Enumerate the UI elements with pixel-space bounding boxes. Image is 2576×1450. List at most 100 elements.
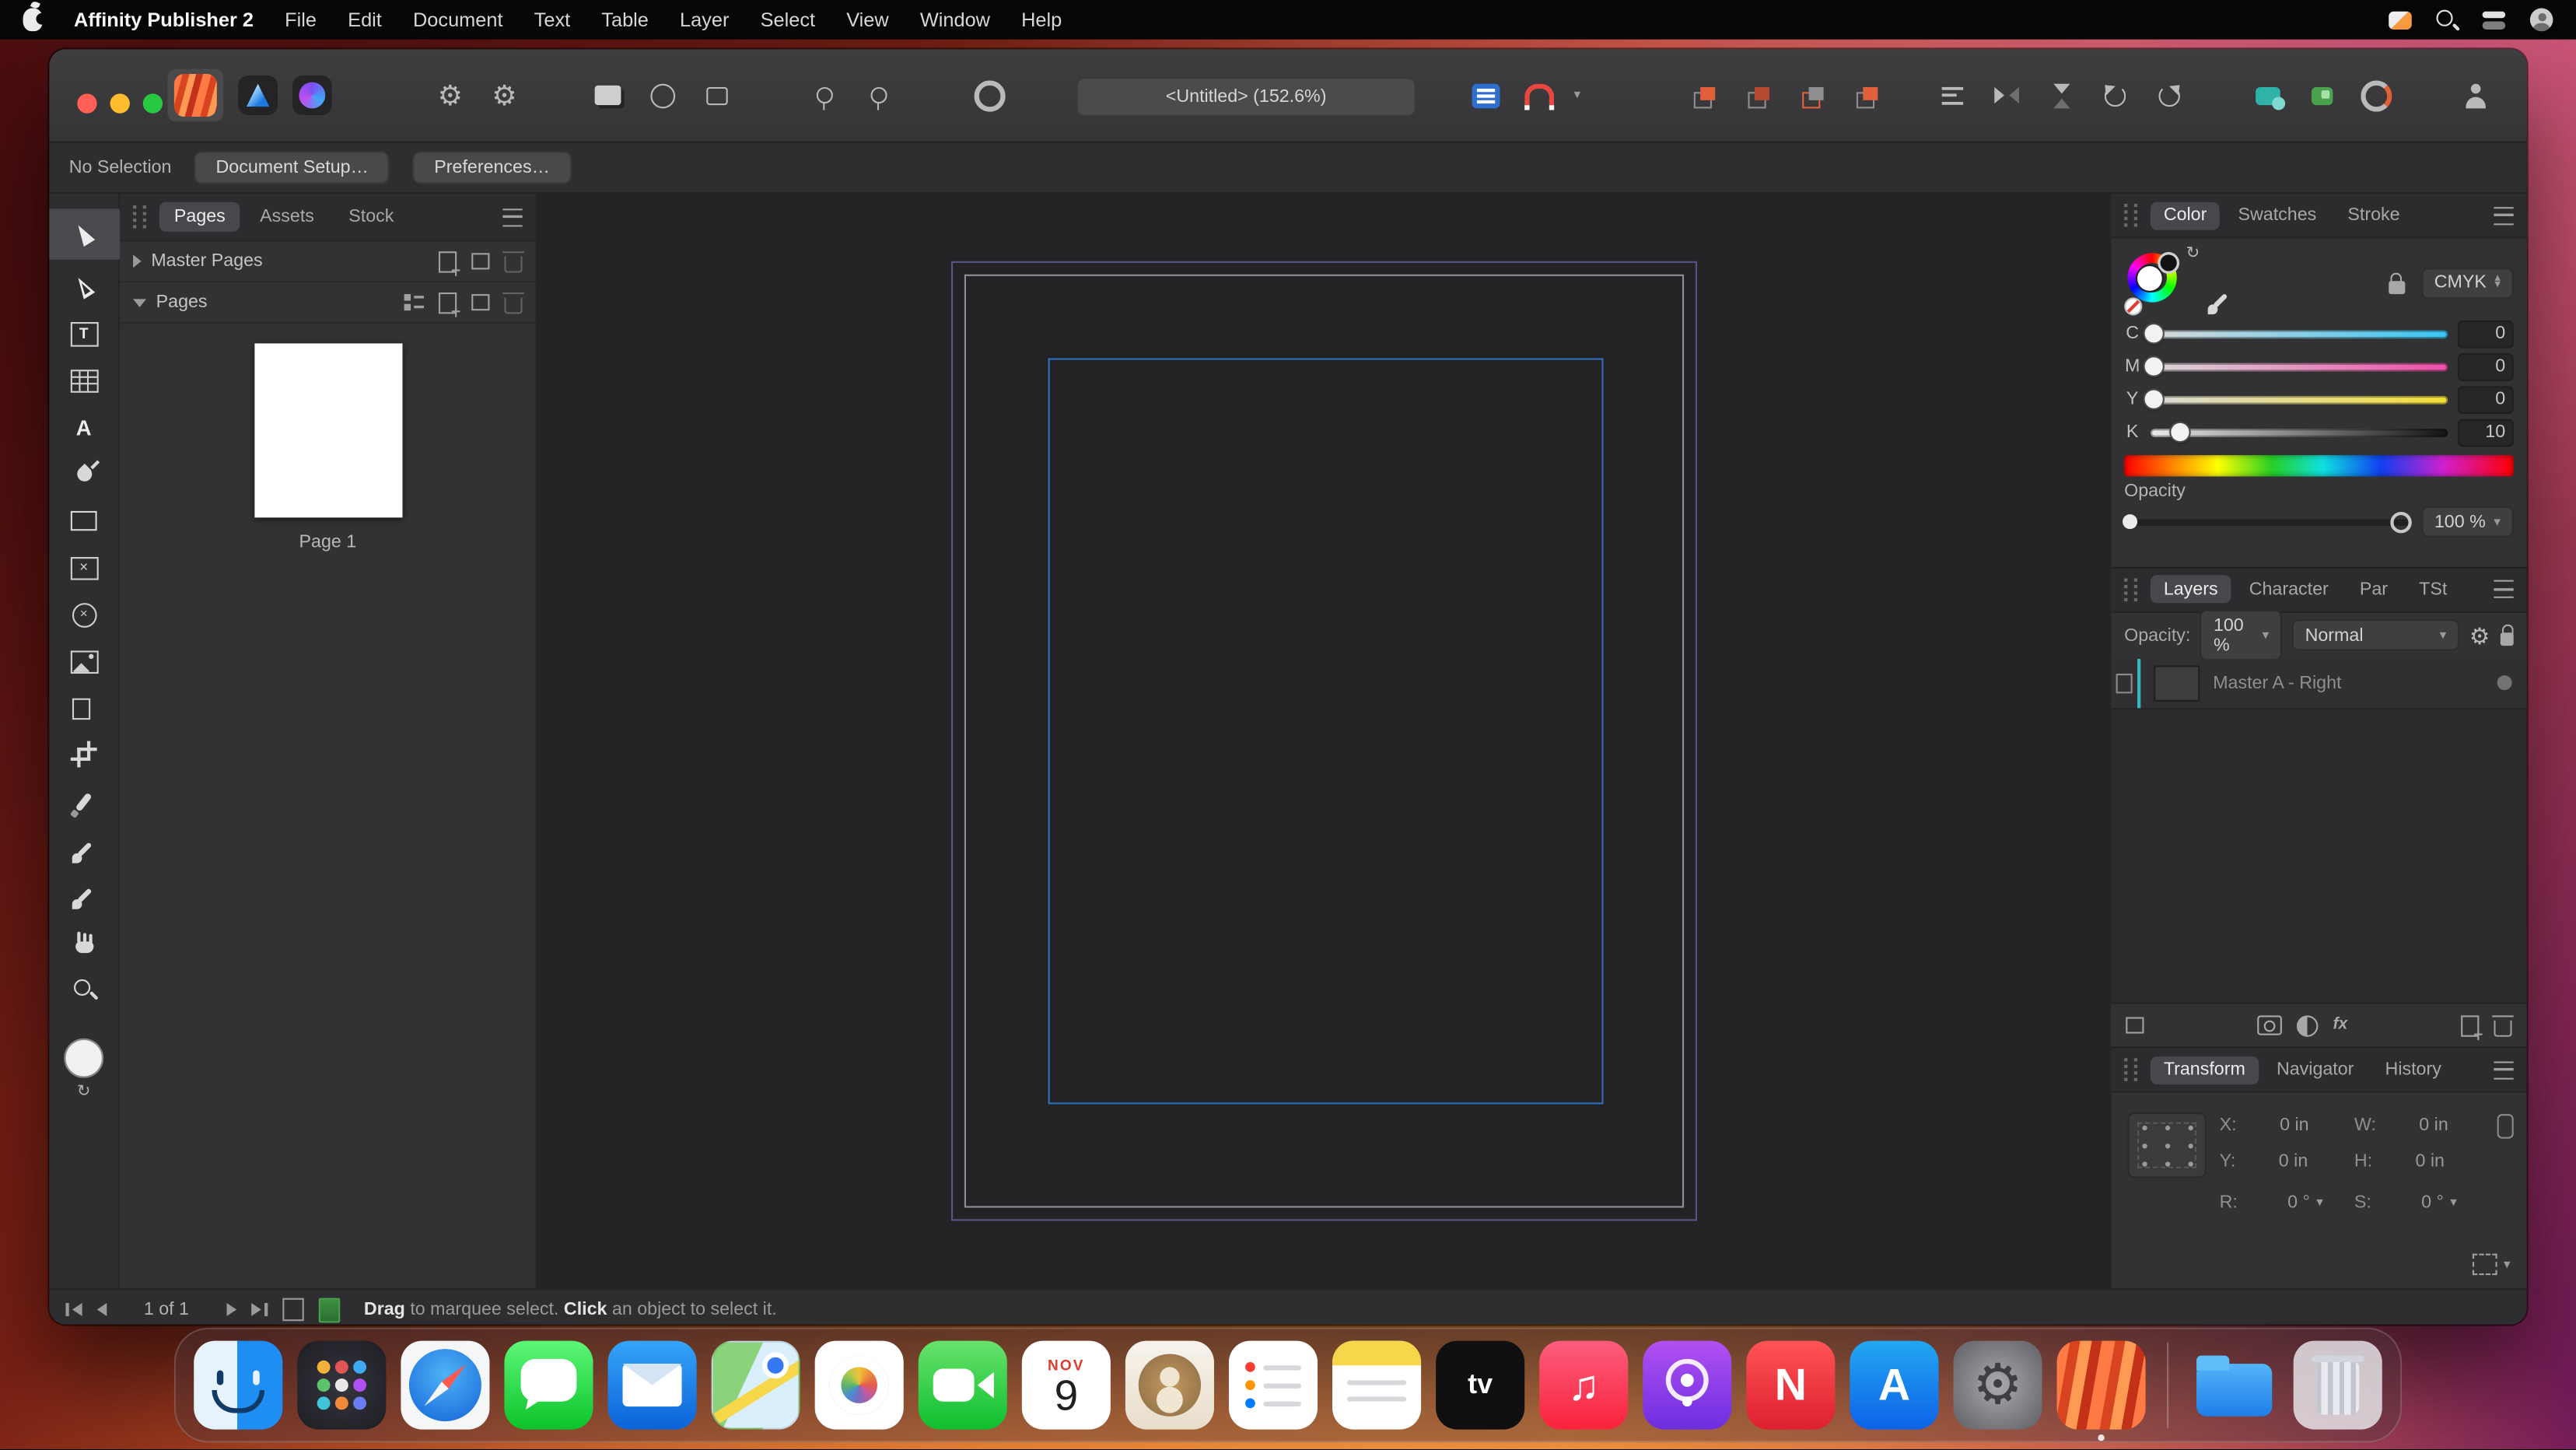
close-window-button[interactable] xyxy=(77,93,96,113)
picture-frame-ellipse-tool-button[interactable]: × xyxy=(58,594,110,636)
text-frame-button[interactable] xyxy=(1465,74,1505,117)
dock-messages-icon[interactable] xyxy=(504,1341,593,1430)
flip-horizontal-button[interactable] xyxy=(1986,74,2026,117)
page-1-thumbnail[interactable] xyxy=(254,343,401,517)
layer-effects-icon[interactable]: fx xyxy=(2333,1017,2347,1033)
zoom-window-button[interactable] xyxy=(143,93,163,113)
color-picker-tool-button[interactable] xyxy=(58,874,110,917)
pin-button[interactable] xyxy=(805,74,845,117)
dock-facetime-icon[interactable] xyxy=(919,1341,1007,1430)
stroke-color-selector[interactable] xyxy=(2161,254,2177,271)
artistic-text-tool-button[interactable]: A xyxy=(58,406,110,449)
dock-podcasts-icon[interactable] xyxy=(1643,1341,1731,1430)
dock-affinity-publisher-icon[interactable] xyxy=(2057,1341,2146,1430)
style-picker-tool-button[interactable] xyxy=(58,828,110,870)
tab-transform[interactable]: Transform xyxy=(2151,1056,2259,1084)
layer-lock-icon[interactable] xyxy=(2500,633,2514,646)
dock-downloads-folder-icon[interactable] xyxy=(2190,1341,2279,1430)
tab-color[interactable]: Color xyxy=(2151,201,2220,229)
rotation-field[interactable]: R: 0 ° ▾ xyxy=(2220,1193,2323,1212)
dock-appstore-icon[interactable]: A xyxy=(1850,1341,1938,1430)
menu-edit[interactable]: Edit xyxy=(348,9,382,32)
panel-grip[interactable] xyxy=(133,205,146,229)
document-setup-button[interactable]: Document Setup… xyxy=(194,151,390,184)
pen-tool-button[interactable] xyxy=(58,453,110,496)
preflight-ring-button[interactable] xyxy=(2356,74,2396,117)
user-account-icon[interactable] xyxy=(2530,9,2553,32)
move-to-front-button[interactable] xyxy=(1684,74,1724,117)
snapping-magnet-button[interactable] xyxy=(1520,74,1559,117)
tab-paragraph[interactable]: Par xyxy=(2347,576,2401,604)
r-value[interactable]: 0 ° xyxy=(2244,1193,2309,1212)
dock-finder-icon[interactable] xyxy=(194,1341,282,1430)
dock-photos-icon[interactable] xyxy=(815,1341,904,1430)
panel-grip[interactable] xyxy=(2124,204,2137,227)
clip-to-canvas-button[interactable] xyxy=(642,74,682,117)
tab-layers[interactable]: Layers xyxy=(2151,576,2231,604)
anchor-point-selector[interactable] xyxy=(2127,1112,2206,1178)
transparency-ring-button[interactable] xyxy=(969,74,1009,117)
tab-text-styles[interactable]: TSt xyxy=(2406,576,2460,604)
apple-logo-icon[interactable] xyxy=(23,9,43,32)
tab-swatches[interactable]: Swatches xyxy=(2225,201,2330,229)
menubar-widget-icon[interactable] xyxy=(2389,11,2412,29)
fill-color-well[interactable] xyxy=(64,1038,103,1077)
swap-fill-stroke-icon[interactable]: ↻ xyxy=(2186,245,2200,263)
fill-color-selector[interactable] xyxy=(2137,266,2162,291)
settings-gear-button[interactable]: ⚙ xyxy=(485,74,524,117)
opacity-select[interactable]: 100 % ▾ xyxy=(2421,506,2514,538)
dock-reminders-icon[interactable] xyxy=(1229,1341,1318,1430)
dock-calendar-icon[interactable]: NOV 9 xyxy=(1022,1341,1111,1430)
h-field[interactable]: H: 0 in xyxy=(2354,1152,2445,1172)
table-tool-button[interactable] xyxy=(58,359,110,402)
slider-knob[interactable] xyxy=(2172,423,2189,441)
layer-name[interactable]: Master A - Right xyxy=(2213,673,2341,692)
menu-layer[interactable]: Layer xyxy=(680,9,729,32)
spotlight-search-icon[interactable] xyxy=(2436,9,2457,30)
tab-pages[interactable]: Pages xyxy=(159,202,240,232)
color-model-select[interactable]: CMYK ▴▾ xyxy=(2421,267,2514,298)
pages-spread-tool-button[interactable] xyxy=(58,687,110,730)
preview-mode-button[interactable] xyxy=(588,74,628,117)
dock-trash-icon[interactable] xyxy=(2294,1341,2382,1430)
picture-frame-rect-tool-button[interactable]: × xyxy=(58,546,110,589)
zoom-tool-button[interactable] xyxy=(58,968,110,1010)
layers-opacity-select[interactable]: 100 % ▾ xyxy=(2200,610,2282,660)
alignment-button[interactable] xyxy=(1932,74,1972,117)
mask-layer-icon[interactable] xyxy=(2257,1015,2282,1035)
panel-grip[interactable] xyxy=(2124,578,2137,601)
black-value[interactable]: 10 xyxy=(2458,419,2514,447)
account-button[interactable] xyxy=(2456,74,2496,117)
y-value[interactable]: 0 in xyxy=(2242,1152,2308,1172)
color-selector[interactable]: ↻ xyxy=(2124,250,2223,315)
w-field[interactable]: W: 0 in xyxy=(2354,1116,2448,1135)
w-value[interactable]: 0 in xyxy=(2382,1116,2448,1135)
menu-file[interactable]: File xyxy=(285,9,317,32)
opacity-knob[interactable] xyxy=(2390,511,2411,532)
tab-navigator[interactable]: Navigator xyxy=(2263,1056,2367,1084)
previous-page-button[interactable] xyxy=(96,1303,107,1316)
layers-list[interactable]: Master A - Right xyxy=(2111,658,2526,1002)
panel-menu-icon[interactable] xyxy=(502,208,522,226)
delete-master-icon[interactable] xyxy=(504,255,522,271)
move-to-back-button[interactable] xyxy=(1846,74,1886,117)
lock-icon[interactable] xyxy=(2389,280,2405,293)
dock-appletv-icon[interactable]: tv xyxy=(1436,1341,1524,1430)
document-page[interactable] xyxy=(964,275,1683,1208)
yellow-slider[interactable] xyxy=(2151,395,2448,404)
transform-mode-button[interactable]: ▾ xyxy=(2473,1254,2511,1275)
menu-document[interactable]: Document xyxy=(413,9,503,32)
chevron-down-icon[interactable] xyxy=(133,298,146,306)
next-page-button[interactable] xyxy=(227,1303,237,1316)
duplicate-layer-icon[interactable] xyxy=(2126,1017,2144,1033)
snapping-chevron-icon[interactable]: ▾ xyxy=(1574,89,1580,102)
hue-spectrum-bar[interactable] xyxy=(2124,455,2514,476)
slider-knob[interactable] xyxy=(2144,324,2162,342)
magenta-value[interactable]: 0 xyxy=(2458,352,2514,380)
dock-mail-icon[interactable] xyxy=(608,1341,697,1430)
menu-help[interactable]: Help xyxy=(1021,9,1062,32)
s-value[interactable]: 0 ° xyxy=(2378,1193,2443,1212)
layer-thumbnail[interactable] xyxy=(2154,665,2200,701)
guides-toggle-button[interactable] xyxy=(697,74,737,117)
adjustment-layer-icon[interactable] xyxy=(2297,1014,2318,1035)
